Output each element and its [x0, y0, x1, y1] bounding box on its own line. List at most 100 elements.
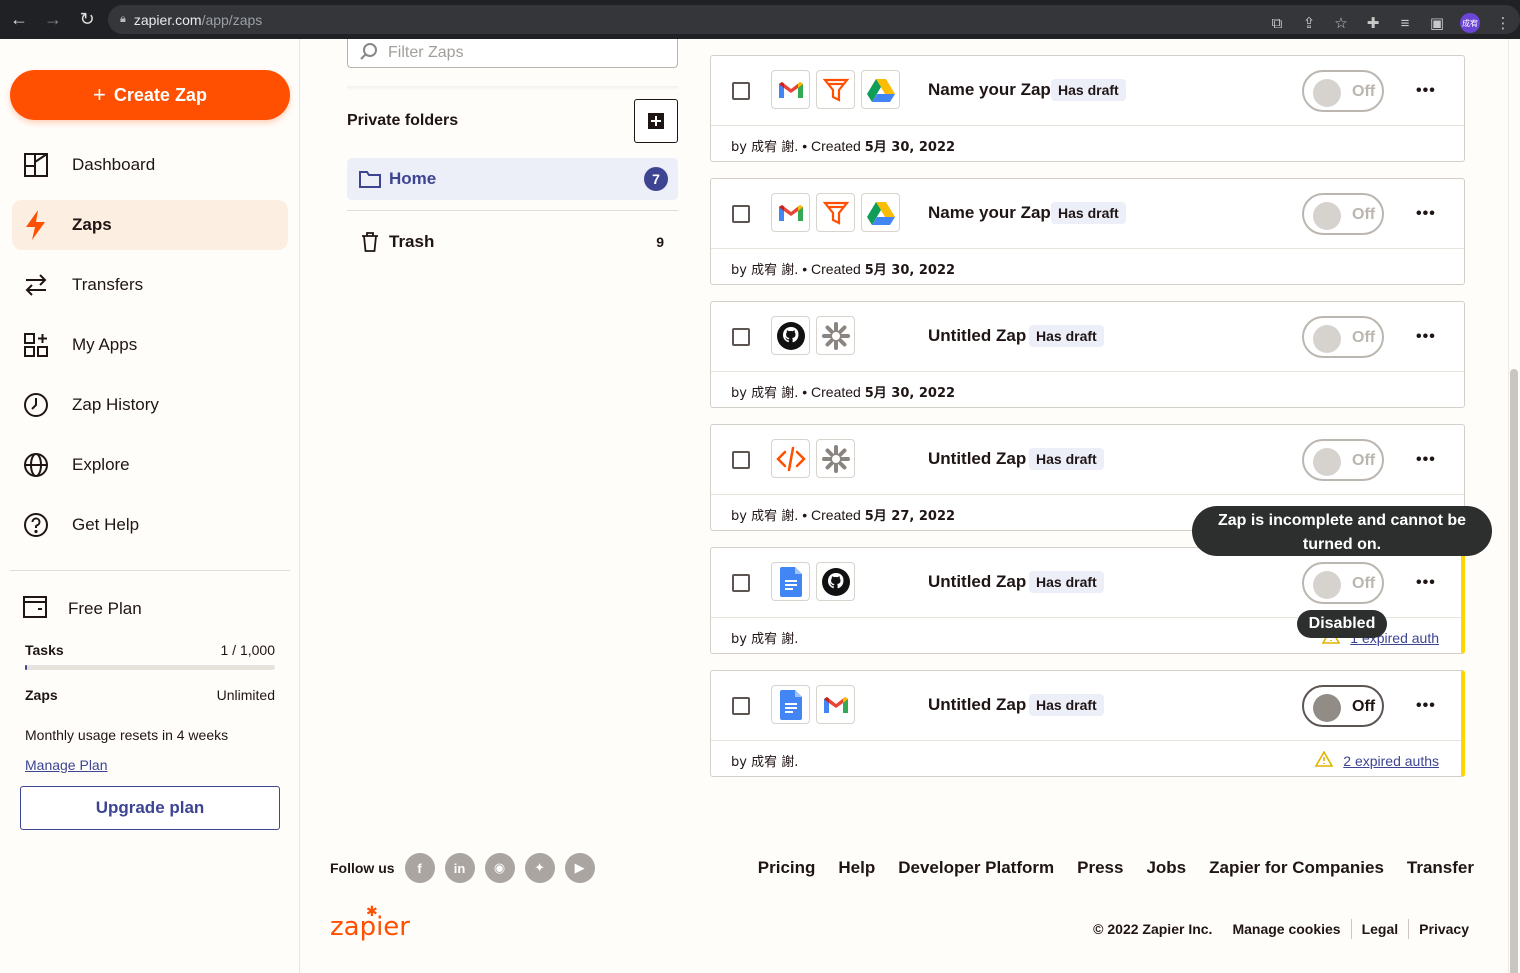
more-options-icon[interactable]: •••	[1416, 574, 1436, 592]
toggle-label: Off	[1352, 698, 1376, 715]
sidebar-item-my-apps[interactable]: My Apps	[12, 320, 288, 370]
scrollbar-track[interactable]	[1508, 39, 1520, 973]
sidebar-item-explore[interactable]: Explore	[12, 440, 288, 490]
zap-on-off-toggle[interactable]: Off	[1302, 685, 1384, 727]
zap-on-off-toggle[interactable]: Off	[1302, 193, 1384, 235]
footer-link[interactable]: Zapier for Companies	[1209, 858, 1384, 878]
zap-on-off-toggle[interactable]: Off	[1302, 439, 1384, 481]
zap-name[interactable]: Untitled Zap	[928, 449, 1026, 469]
legal-link[interactable]: Legal	[1362, 921, 1399, 937]
help-icon	[22, 511, 50, 539]
back-icon[interactable]: ←	[4, 9, 34, 30]
footer-link[interactable]: Jobs	[1146, 858, 1186, 878]
footer-link[interactable]: Press	[1077, 858, 1123, 878]
created-label: Created	[811, 261, 865, 277]
facebook-icon[interactable]: f	[404, 853, 435, 883]
address-bar[interactable]: 🔒︎ zapier.com /app/zaps ⧉ ⇪ ☆ ✚ ≡ ▣ 成宥 ⋮	[108, 5, 1520, 34]
youtube-icon[interactable]: ▶	[564, 853, 595, 883]
zap-card[interactable]: Name your Zap Has draft Off ••• by 成宥 謝. • C…	[710, 55, 1465, 162]
folder-item-home[interactable]: Home 7	[347, 158, 678, 200]
meta-separator: •	[798, 138, 812, 154]
menu-kebab-icon[interactable]: ⋮	[1494, 14, 1512, 32]
add-folder-button[interactable]	[634, 99, 678, 143]
zap-owner: by 成宥 謝.	[731, 386, 799, 401]
zap-name[interactable]: Name your Zap	[928, 203, 1051, 223]
zap-select-checkbox[interactable]	[732, 205, 750, 223]
footer-link[interactable]: Developer Platform	[898, 858, 1054, 878]
sidebar-item-zaps[interactable]: Zaps	[12, 200, 288, 250]
zap-name[interactable]: Name your Zap	[928, 80, 1051, 100]
folder-item-trash[interactable]: Trash 9	[347, 221, 678, 263]
created-label: Created	[811, 384, 865, 400]
linkedin-icon[interactable]: in	[444, 853, 475, 883]
toggle-label: Off	[1352, 329, 1376, 346]
plus-square-icon	[648, 113, 664, 129]
google-docs-icon	[771, 562, 810, 601]
zap-card[interactable]: Name your Zap Has draft Off ••• by 成宥 謝. • C…	[710, 178, 1465, 285]
more-options-icon[interactable]: •••	[1416, 328, 1436, 346]
browser-toolbar: ← → ↻ 🔒︎ zapier.com /app/zaps ⧉ ⇪ ☆ ✚ ≡ …	[0, 0, 1520, 39]
zap-on-off-toggle[interactable]: Off	[1302, 562, 1384, 604]
toggle-knob	[1313, 79, 1341, 107]
zap-on-off-toggle[interactable]: Off	[1302, 316, 1384, 358]
toggle-knob	[1313, 571, 1341, 599]
zap-select-checkbox[interactable]	[732, 82, 750, 100]
sidebar-item-dashboard[interactable]: Dashboard	[12, 140, 288, 190]
side-panel-icon[interactable]: ▣	[1428, 14, 1446, 32]
zap-owner: by 成宥 謝.	[731, 755, 799, 770]
manage-plan-link[interactable]: Manage Plan	[25, 757, 108, 773]
privacy-link[interactable]: Privacy	[1419, 921, 1469, 937]
zap-card-header: Untitled Zap Has draft Off •••	[711, 671, 1461, 741]
tasks-progress-bar	[25, 665, 275, 670]
zap-on-off-toggle[interactable]: Off	[1302, 70, 1384, 112]
footer-link[interactable]: Transfer	[1407, 858, 1474, 878]
more-options-icon[interactable]: •••	[1416, 697, 1436, 715]
zap-name[interactable]: Untitled Zap	[928, 572, 1026, 592]
more-options-icon[interactable]: •••	[1416, 451, 1436, 469]
reload-icon[interactable]: ↻	[72, 9, 102, 30]
gmail-icon	[816, 685, 855, 724]
zap-select-checkbox[interactable]	[732, 328, 750, 346]
scrollbar-thumb[interactable]	[1510, 369, 1518, 973]
expired-auth-link[interactable]: 2 expired auths	[1343, 753, 1439, 769]
zap-name[interactable]: Untitled Zap	[928, 695, 1026, 715]
transfer-arrows-icon	[22, 271, 50, 299]
zap-meta: by 成宥 謝. • Created 5月 30, 2022	[731, 136, 955, 155]
url-host: zapier.com	[133, 11, 202, 28]
zap-owner: by 成宥 謝.	[731, 263, 799, 278]
zap-app-icons	[771, 562, 855, 601]
filter-zaps-input[interactable]: Filter Zaps	[347, 39, 678, 68]
created-date: 5月 30, 2022	[864, 386, 956, 401]
zapier-logo[interactable]: zapier ✱	[330, 904, 410, 942]
more-options-icon[interactable]: •••	[1416, 82, 1436, 100]
profile-avatar[interactable]: 成宥	[1460, 13, 1480, 33]
upgrade-plan-button[interactable]: Upgrade plan	[20, 786, 280, 830]
twitter-icon[interactable]: ✦	[524, 853, 555, 883]
zap-card[interactable]: Untitled Zap Has draft Off ••• by 成宥 謝. • Cr…	[710, 301, 1465, 408]
share-icon[interactable]: ⇪	[1300, 14, 1318, 32]
folder-divider-shadow	[347, 86, 678, 90]
folder-name: Home	[389, 169, 437, 188]
footer-link[interactable]: Help	[838, 858, 875, 878]
footer-link[interactable]: Pricing	[758, 858, 816, 878]
rss-icon[interactable]: ◉	[484, 853, 515, 883]
bookmark-star-icon[interactable]: ☆	[1332, 14, 1350, 32]
zap-select-checkbox[interactable]	[732, 697, 750, 715]
zap-select-checkbox[interactable]	[732, 574, 750, 592]
zap-name[interactable]: Untitled Zap	[928, 326, 1026, 346]
more-options-icon[interactable]: •••	[1416, 205, 1436, 223]
create-zap-button[interactable]: + Create Zap	[10, 70, 290, 120]
translate-icon[interactable]: ⧉	[1268, 15, 1286, 32]
reading-list-icon[interactable]: ≡	[1396, 15, 1414, 32]
forward-icon[interactable]: →	[38, 9, 68, 30]
zap-app-icons	[771, 193, 900, 232]
zap-select-checkbox[interactable]	[732, 451, 750, 469]
zap-card[interactable]: Untitled Zap Has draft Off ••• by 成宥 謝. 2 exp…	[710, 670, 1465, 777]
extensions-icon[interactable]: ✚	[1364, 14, 1382, 32]
toggle-label: Off	[1352, 83, 1376, 100]
sidebar-item-get-help[interactable]: Get Help	[12, 500, 288, 550]
sidebar-item-zap-history[interactable]: Zap History	[12, 380, 288, 430]
sidebar-item-label: Zaps	[72, 215, 112, 234]
manage-cookies-link[interactable]: Manage cookies	[1232, 921, 1340, 937]
sidebar-item-transfers[interactable]: Transfers	[12, 260, 288, 310]
